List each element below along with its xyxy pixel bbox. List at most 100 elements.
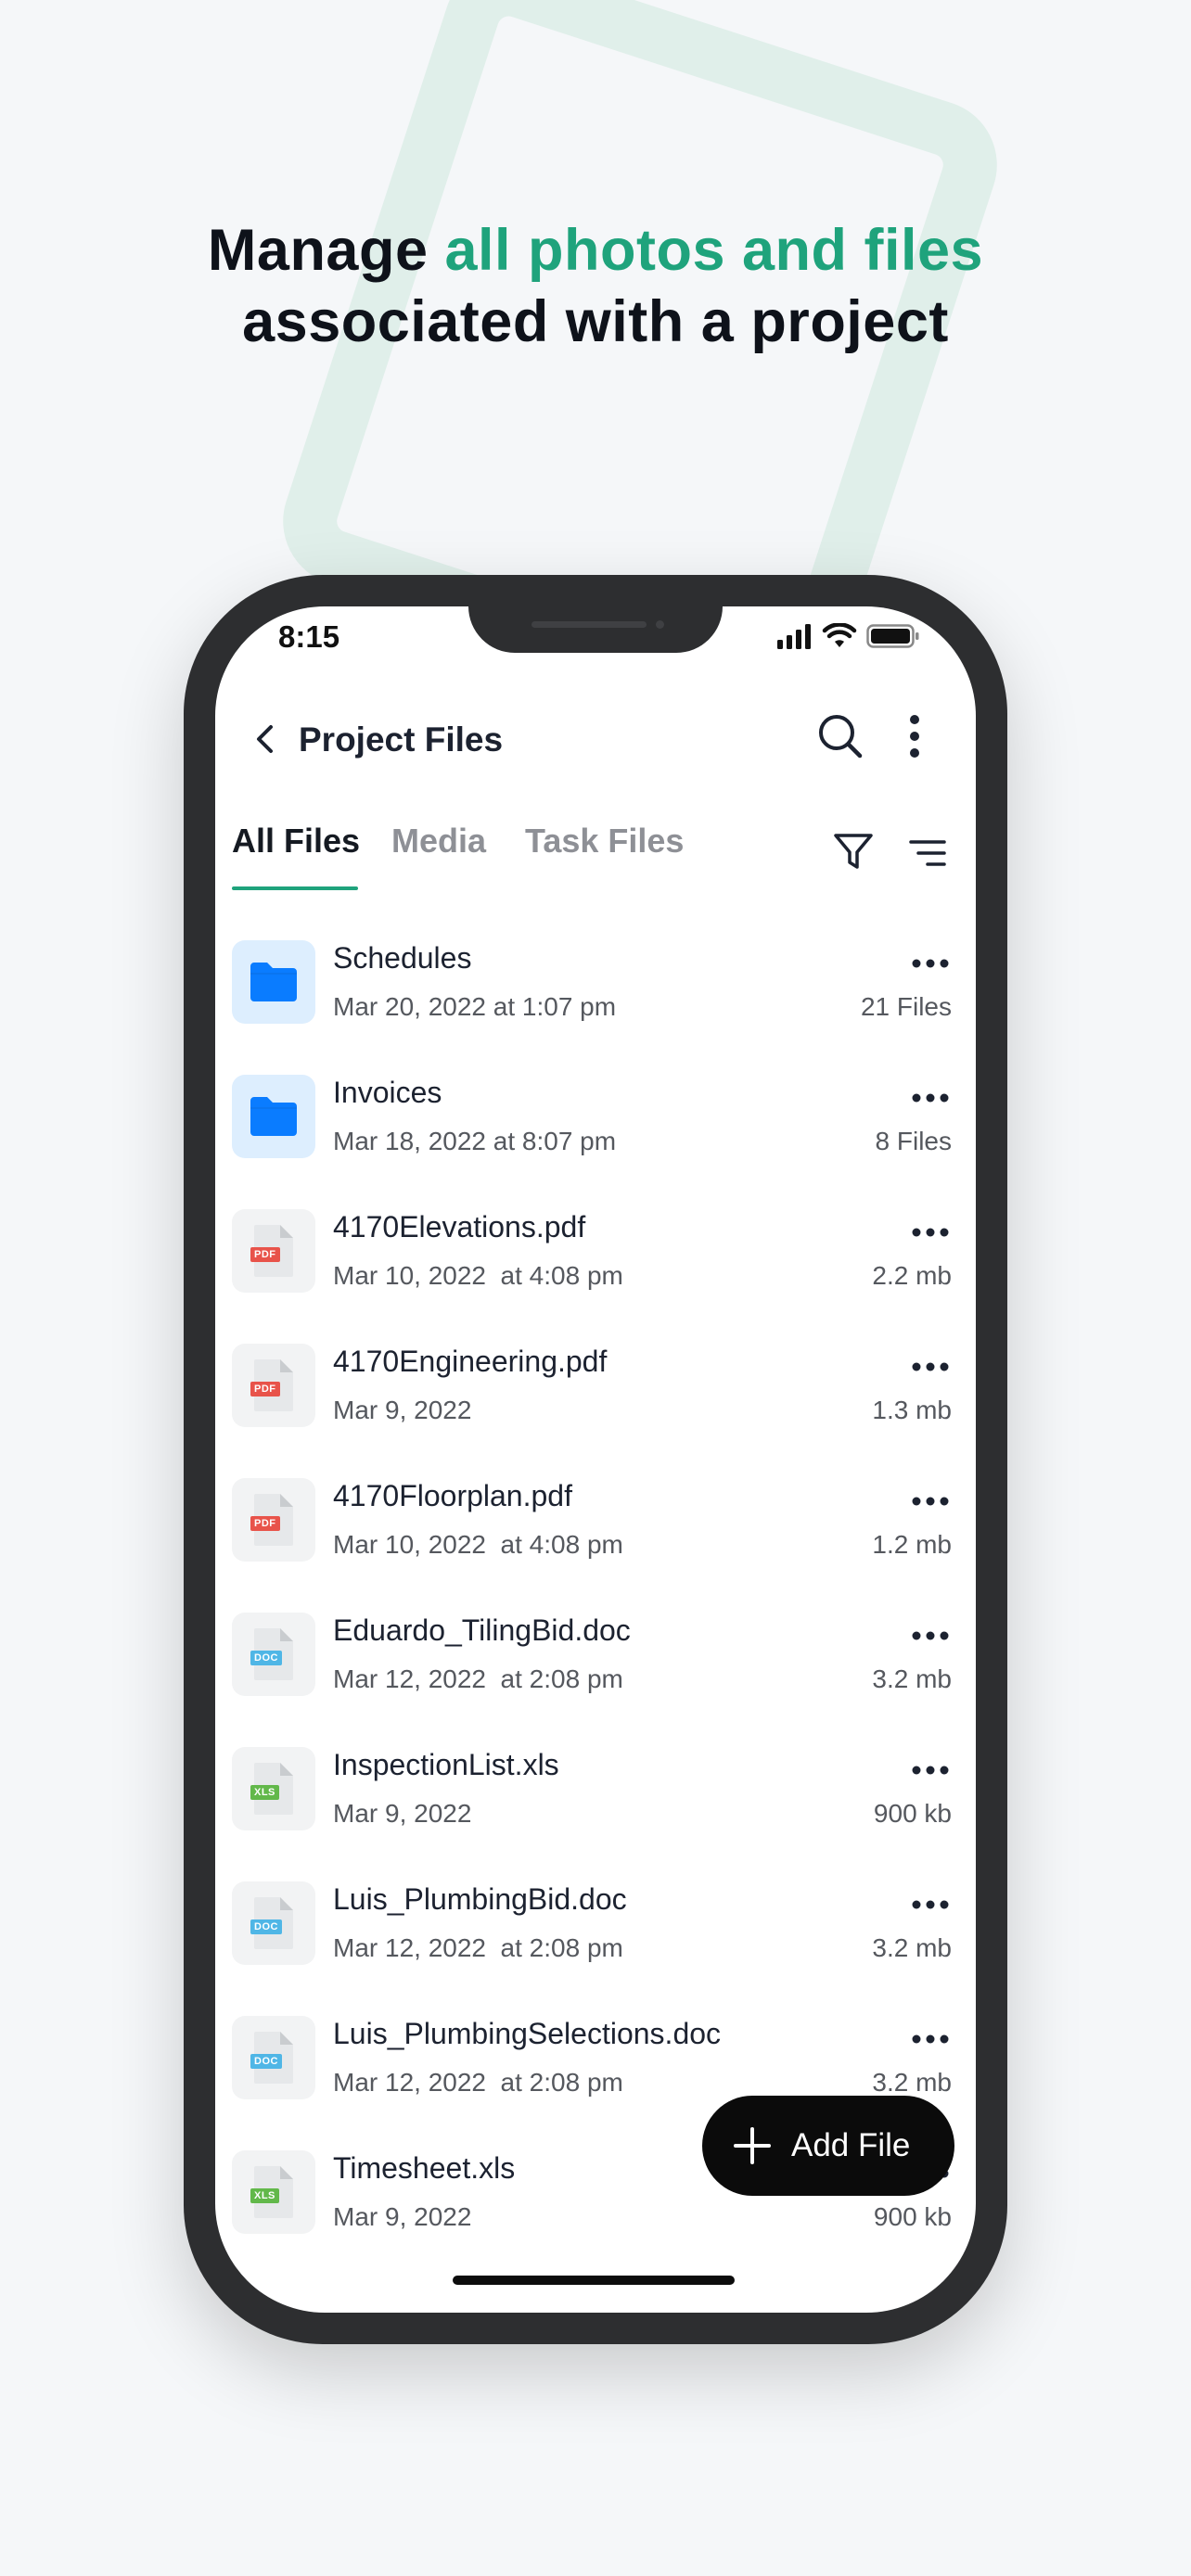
search-button[interactable] bbox=[814, 710, 866, 762]
file-date: Mar 12, 2022 at 2:08 pm bbox=[333, 2068, 623, 2097]
file-name: Timesheet.xls bbox=[333, 2151, 516, 2185]
active-tab-indicator bbox=[232, 886, 358, 890]
file-name: 4170Elevations.pdf bbox=[333, 1210, 586, 1243]
phone-notch bbox=[468, 606, 723, 653]
battery-icon bbox=[866, 624, 919, 648]
headline-line-2: associated with a project bbox=[242, 289, 949, 354]
horizontal-dots-icon bbox=[912, 1766, 949, 1775]
file-type-badge: PDF bbox=[250, 1516, 280, 1531]
list-item[interactable]: DOC Eduardo_TilingBid.doc Mar 12, 2022 at … bbox=[215, 1613, 976, 1747]
horizontal-dots-icon bbox=[912, 2034, 949, 2044]
folder-icon bbox=[232, 1075, 315, 1158]
file-size: 1.3 mb bbox=[872, 1396, 952, 1424]
add-file-button[interactable]: Add File bbox=[702, 2096, 954, 2196]
file-options-button[interactable] bbox=[909, 1084, 952, 1112]
file-options-button[interactable] bbox=[909, 950, 952, 977]
file-options-button[interactable] bbox=[909, 1353, 952, 1381]
headline-line-1: Manage all photos and files bbox=[0, 215, 1191, 287]
add-file-label: Add File bbox=[791, 2127, 911, 2163]
doc-file-icon: DOC bbox=[232, 2016, 315, 2099]
file-date: Mar 12, 2022 at 2:08 pm bbox=[333, 1664, 623, 1693]
doc-file-icon: DOC bbox=[232, 1613, 315, 1696]
file-name: 4170Engineering.pdf bbox=[333, 1345, 608, 1378]
horizontal-dots-icon bbox=[912, 959, 949, 968]
file-size: 8 Files bbox=[875, 1127, 952, 1155]
home-indicator bbox=[453, 2276, 735, 2285]
pdf-file-icon: PDF bbox=[232, 1478, 315, 1562]
file-type-badge: XLS bbox=[250, 1785, 279, 1800]
file-date: Mar 9, 2022 bbox=[333, 1396, 472, 1424]
back-button[interactable] bbox=[243, 716, 289, 762]
file-type-badge: DOC bbox=[250, 1919, 282, 1934]
sort-icon bbox=[909, 840, 946, 866]
file-size: 2.2 mb bbox=[872, 1261, 952, 1290]
file-size: 3.2 mb bbox=[872, 1664, 952, 1693]
vertical-dots-icon bbox=[910, 715, 919, 758]
chevron-left-icon bbox=[257, 725, 273, 753]
horizontal-dots-icon bbox=[912, 1631, 949, 1640]
page-title: Project Files bbox=[299, 721, 504, 759]
phone-frame: 8:15 Project Files All Files Media Task … bbox=[184, 575, 1007, 2344]
phone-screen: 8:15 Project Files All Files Media Task … bbox=[215, 606, 976, 2313]
file-name: InspectionList.xls bbox=[333, 1748, 559, 1781]
file-type-badge: DOC bbox=[250, 2054, 282, 2069]
list-item[interactable]: Invoices Mar 18, 2022 at 8:07 pm 8 Files bbox=[215, 1075, 976, 1209]
file-name: 4170Floorplan.pdf bbox=[333, 1479, 572, 1512]
file-options-button[interactable] bbox=[909, 1622, 952, 1650]
file-size: 3.2 mb bbox=[872, 2068, 952, 2097]
list-item[interactable]: DOC Luis_PlumbingBid.doc Mar 12, 2022 at 2… bbox=[215, 1881, 976, 2016]
pdf-file-icon: PDF bbox=[232, 1344, 315, 1427]
file-type-badge: XLS bbox=[250, 2188, 279, 2203]
pdf-file-icon: PDF bbox=[232, 1209, 315, 1293]
wifi-icon bbox=[822, 623, 857, 647]
tab-media[interactable]: Media bbox=[391, 822, 486, 861]
file-options-button[interactable] bbox=[909, 1218, 952, 1246]
file-options-button[interactable] bbox=[909, 1487, 952, 1515]
list-item[interactable]: XLS InspectionList.xls Mar 9, 2022 900 kb bbox=[215, 1747, 976, 1881]
signal-icon bbox=[777, 624, 811, 649]
list-item[interactable]: PDF 4170Floorplan.pdf Mar 10, 2022 at 4:08… bbox=[215, 1478, 976, 1613]
list-item[interactable]: Schedules Mar 20, 2022 at 1:07 pm 21 Files bbox=[215, 940, 976, 1075]
horizontal-dots-icon bbox=[912, 1900, 949, 1909]
file-type-badge: PDF bbox=[250, 1247, 280, 1262]
doc-file-icon: DOC bbox=[232, 1881, 315, 1965]
file-date: Mar 9, 2022 bbox=[333, 2202, 472, 2231]
file-size: 900 kb bbox=[873, 1799, 952, 1828]
horizontal-dots-icon bbox=[912, 1497, 949, 1506]
sort-button[interactable] bbox=[907, 833, 948, 874]
file-date: Mar 20, 2022 at 1:07 pm bbox=[333, 992, 617, 1021]
folder-icon bbox=[232, 940, 315, 1024]
file-size: 3.2 mb bbox=[872, 1933, 952, 1962]
list-item[interactable]: PDF 4170Elevations.pdf Mar 10, 2022 at 4:0… bbox=[215, 1209, 976, 1344]
file-options-button[interactable] bbox=[909, 1891, 952, 1919]
headline-prefix: Manage bbox=[207, 218, 445, 283]
file-date: Mar 18, 2022 at 8:07 pm bbox=[333, 1127, 617, 1155]
headline-accent: all photos and files bbox=[444, 218, 984, 283]
status-icons bbox=[775, 623, 920, 649]
file-date: Mar 9, 2022 bbox=[333, 1799, 472, 1828]
more-options-button[interactable] bbox=[896, 710, 933, 762]
tab-all-files[interactable]: All Files bbox=[232, 822, 360, 861]
filter-button[interactable] bbox=[831, 829, 876, 874]
horizontal-dots-icon bbox=[912, 1362, 949, 1371]
file-type-badge: PDF bbox=[250, 1382, 280, 1396]
horizontal-dots-icon bbox=[912, 1093, 949, 1103]
file-size: 21 Files bbox=[860, 992, 952, 1021]
file-options-button[interactable] bbox=[909, 1756, 952, 1784]
file-options-button[interactable] bbox=[909, 2025, 952, 2053]
horizontal-dots-icon bbox=[912, 1228, 949, 1237]
headline: Manage all photos and files associated w… bbox=[0, 215, 1191, 358]
file-type-badge: DOC bbox=[250, 1651, 282, 1665]
file-name: Eduardo_TilingBid.doc bbox=[333, 1613, 631, 1647]
file-name: Luis_PlumbingSelections.doc bbox=[333, 2017, 722, 2050]
list-item[interactable]: PDF 4170Engineering.pdf Mar 9, 2022 1.3 mb bbox=[215, 1344, 976, 1478]
status-time: 8:15 bbox=[278, 619, 340, 654]
search-icon bbox=[819, 715, 863, 759]
file-size: 900 kb bbox=[873, 2202, 952, 2231]
xls-file-icon: XLS bbox=[232, 2150, 315, 2234]
plus-icon bbox=[734, 2127, 771, 2164]
xls-file-icon: XLS bbox=[232, 1747, 315, 1830]
tab-task-files[interactable]: Task Files bbox=[525, 822, 684, 861]
file-date: Mar 10, 2022 at 4:08 pm bbox=[333, 1530, 623, 1559]
file-name: Schedules bbox=[333, 941, 472, 975]
